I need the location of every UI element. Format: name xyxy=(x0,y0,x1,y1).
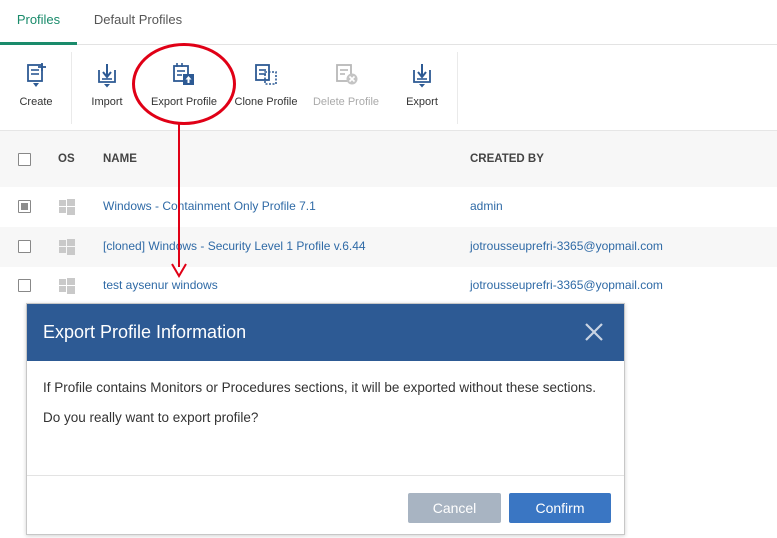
tab-profiles[interactable]: Profiles xyxy=(0,0,77,45)
dialog-message: If Profile contains Monitors or Procedur… xyxy=(43,380,597,395)
dialog-title: Export Profile Information xyxy=(43,322,247,342)
column-header-os[interactable]: OS xyxy=(58,153,75,165)
export-icon xyxy=(413,64,431,88)
created-by-link[interactable]: jotrousseuprefri-3365@yopmail.com xyxy=(470,239,663,253)
create-button[interactable]: Create xyxy=(8,46,64,130)
row-checkbox[interactable] xyxy=(18,279,31,292)
table-row[interactable]: [cloned] Windows - Security Level 1 Prof… xyxy=(0,227,777,267)
export-label: Export xyxy=(406,96,438,108)
created-by-link[interactable]: admin xyxy=(470,199,503,213)
column-header-created-by[interactable]: CREATED BY xyxy=(470,153,544,165)
dialog-header: Export Profile Information xyxy=(27,304,624,361)
confirm-button[interactable]: Confirm xyxy=(509,493,611,523)
toolbar: Create Import Export Profile Clone Profi… xyxy=(0,46,777,131)
profile-name-link[interactable]: [cloned] Windows - Security Level 1 Prof… xyxy=(103,239,366,253)
column-header-name[interactable]: NAME xyxy=(103,153,137,165)
delete-profile-icon xyxy=(336,64,358,85)
import-icon xyxy=(98,64,116,88)
dialog-question: Do you really want to export profile? xyxy=(43,410,259,425)
table-header: OS NAME CREATED BY xyxy=(0,131,777,187)
profile-name-link[interactable]: test aysenur windows xyxy=(103,278,218,292)
export-profile-dialog: Export Profile Information If Profile co… xyxy=(26,303,625,535)
created-by-link[interactable]: jotrousseuprefri-3365@yopmail.com xyxy=(470,278,663,292)
profile-name-link[interactable]: Windows - Containment Only Profile 7.1 xyxy=(103,199,316,213)
delete-profile-button[interactable]: Delete Profile xyxy=(308,46,384,130)
dialog-body: If Profile contains Monitors or Procedur… xyxy=(43,378,603,428)
row-checkbox[interactable] xyxy=(18,240,31,253)
close-icon[interactable] xyxy=(582,320,606,344)
row-checkbox[interactable] xyxy=(18,200,31,213)
table-row[interactable]: Windows - Containment Only Profile 7.1 a… xyxy=(0,187,777,227)
clone-profile-label: Clone Profile xyxy=(234,96,298,108)
import-label: Import xyxy=(91,96,123,108)
create-icon xyxy=(27,63,46,87)
create-label: Create xyxy=(19,96,53,108)
select-all-checkbox[interactable] xyxy=(18,153,31,166)
clone-profile-icon xyxy=(255,64,277,85)
export-button[interactable]: Export xyxy=(396,46,448,130)
table-row[interactable]: test aysenur windows jotrousseuprefri-33… xyxy=(0,266,777,306)
toolbar-divider xyxy=(457,52,458,124)
clone-profile-button[interactable]: Clone Profile xyxy=(230,46,302,130)
highlight-circle xyxy=(132,43,236,125)
arrow-head-icon xyxy=(171,263,187,278)
import-button[interactable]: Import xyxy=(80,46,134,130)
windows-icon xyxy=(59,199,75,215)
windows-icon xyxy=(59,278,75,294)
windows-icon xyxy=(59,239,75,255)
annotation-arrow xyxy=(178,124,180,267)
dialog-footer: Cancel Confirm xyxy=(27,475,624,534)
toolbar-divider xyxy=(71,52,72,124)
tab-bar: Profiles Default Profiles xyxy=(0,0,777,45)
delete-profile-label: Delete Profile xyxy=(312,96,380,108)
cancel-button[interactable]: Cancel xyxy=(408,493,501,523)
tab-default-profiles[interactable]: Default Profiles xyxy=(82,0,194,45)
